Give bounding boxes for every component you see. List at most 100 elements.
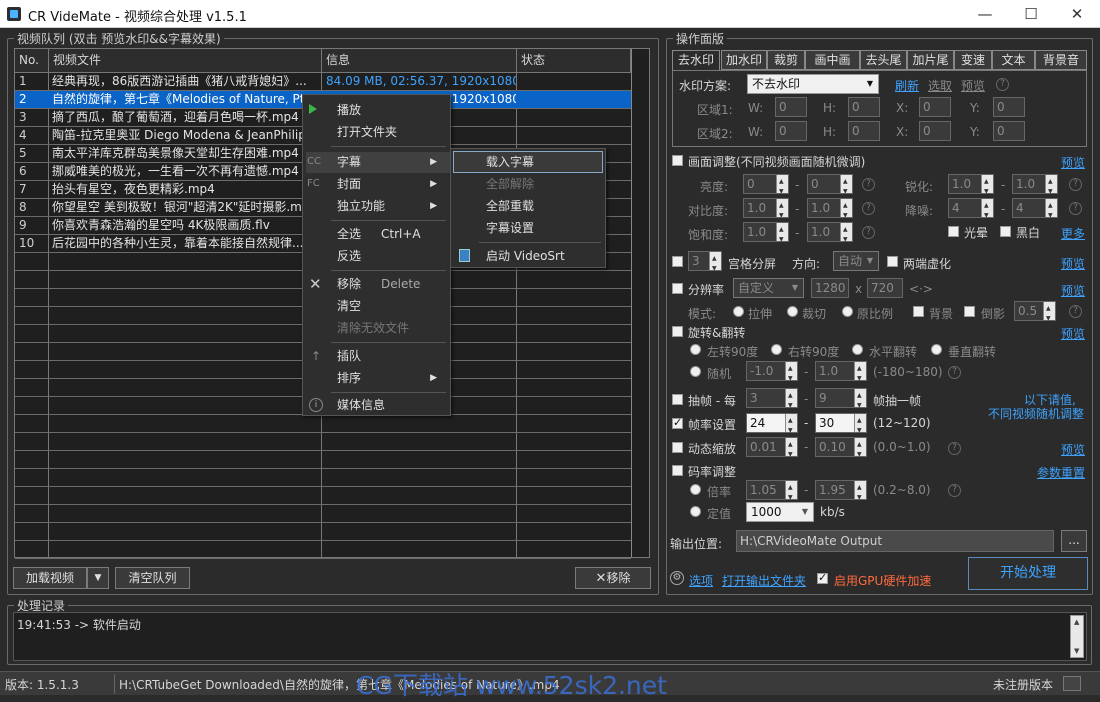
bg-checkbox[interactable] <box>913 306 924 317</box>
spin-buttons[interactable] <box>1045 173 1057 201</box>
spin-buttons[interactable] <box>785 360 797 388</box>
registration-status[interactable]: 未注册版本 <box>993 676 1053 693</box>
area1-h-input[interactable]: 0 <box>848 97 880 117</box>
tab-bgm[interactable]: 背景音 <box>1035 50 1087 70</box>
close-button[interactable]: ✕ <box>1054 0 1100 28</box>
zoom-max-input[interactable]: 0.10 <box>815 436 867 464</box>
col-header-status[interactable]: 状态 <box>517 49 631 73</box>
tab-trim[interactable]: 去头尾 <box>860 50 907 70</box>
frame-drop-checkbox[interactable] <box>672 394 683 405</box>
wm-preview-link[interactable]: 预览 <box>961 77 985 94</box>
help-icon[interactable]: ? <box>1069 178 1082 191</box>
spin-buttons[interactable] <box>854 360 866 388</box>
brightness-min-input[interactable]: 0 <box>743 173 789 201</box>
help-icon[interactable]: ? <box>862 178 875 191</box>
sharpen-max-input[interactable]: 1.0 <box>1012 173 1058 201</box>
area2-h-input[interactable]: 0 <box>848 121 880 141</box>
submenu-load-subtitle[interactable]: 载入字幕 <box>486 151 596 173</box>
tab-speed[interactable]: 变速 <box>954 50 992 70</box>
submenu-subtitle-settings[interactable]: 字幕设置 <box>486 217 596 239</box>
spin-buttons[interactable] <box>981 197 993 225</box>
add-video-dropdown[interactable]: ▼ <box>87 567 109 589</box>
fps-min-input[interactable]: 24 <box>746 412 798 440</box>
wm-pick-link[interactable]: 选取 <box>928 77 952 94</box>
sharpen-min-input[interactable]: 1.0 <box>948 173 994 201</box>
menu-subtitle[interactable]: 字幕 ▶ <box>337 151 447 173</box>
spin-buttons[interactable] <box>840 221 852 249</box>
menu-sort[interactable]: 排序 ▶ <box>337 367 447 389</box>
col-header-info[interactable]: 信息 <box>322 49 517 73</box>
spin-buttons[interactable] <box>785 479 797 507</box>
remove-button[interactable]: ✕移除 <box>575 567 651 589</box>
bitrate-min-input[interactable]: 1.05 <box>746 479 798 507</box>
log-box[interactable]: 19:41:53 -> 软件启动 ▲ ▼ <box>13 612 1087 661</box>
resolution-height-input[interactable]: 720 <box>867 278 903 298</box>
picture-adjust-checkbox[interactable] <box>672 155 683 166</box>
menu-open-folder[interactable]: 打开文件夹 <box>337 121 447 143</box>
wm-refresh-link[interactable]: 刷新 <box>895 77 919 94</box>
spin-buttons[interactable] <box>854 479 866 507</box>
minimize-button[interactable]: — <box>962 0 1008 28</box>
fps-checkbox[interactable] <box>672 416 683 429</box>
menu-jump-queue[interactable]: 插队 <box>337 345 447 367</box>
help-icon[interactable]: ? <box>862 202 875 215</box>
start-processing-button[interactable]: 开始处理 <box>968 557 1088 590</box>
menu-clear[interactable]: 清空 <box>337 295 447 317</box>
bitrate-fixed-radio[interactable] <box>690 506 701 517</box>
help-icon[interactable]: ? <box>948 442 961 455</box>
gpu-checkbox[interactable] <box>817 571 828 584</box>
menu-select-all[interactable]: 全选 Ctrl+A <box>337 223 447 245</box>
rotate-left-radio[interactable] <box>690 344 701 355</box>
spin-buttons[interactable] <box>840 197 852 225</box>
denoise-max-input[interactable]: 4 <box>1012 197 1058 225</box>
add-video-button[interactable]: 加载视频 <box>13 567 87 589</box>
glow-checkbox[interactable] <box>948 226 959 237</box>
tab-remove-watermark[interactable]: 去水印 <box>672 50 720 71</box>
rotate-checkbox[interactable] <box>672 326 683 337</box>
options-link[interactable]: 选项 <box>689 572 713 589</box>
maximize-button[interactable]: ☐ <box>1008 0 1054 28</box>
area1-w-input[interactable]: 0 <box>775 97 807 117</box>
col-header-file[interactable]: 视频文件 <box>49 49 322 73</box>
mode-stretch-radio[interactable] <box>733 306 744 317</box>
mode-ratio-radio[interactable] <box>842 306 853 317</box>
bitrate-checkbox[interactable] <box>672 465 683 476</box>
resolution-checkbox[interactable] <box>672 283 683 294</box>
menu-media-info[interactable]: 媒体信息 <box>337 394 447 416</box>
col-header-no[interactable]: No. <box>15 49 49 73</box>
output-path-input[interactable]: H:\CRVideoMate Output <box>736 530 1054 552</box>
area2-x-input[interactable]: 0 <box>919 121 951 141</box>
resolution-select[interactable]: 自定义 ▼ <box>733 278 804 298</box>
zoom-checkbox[interactable] <box>672 442 683 453</box>
spin-buttons[interactable] <box>840 173 852 201</box>
help-icon[interactable]: ? <box>948 366 961 379</box>
zoom-min-input[interactable]: 0.01 <box>746 436 798 464</box>
menu-cover[interactable]: 封面 ▶ <box>337 173 447 195</box>
tab-add-watermark[interactable]: 加水印 <box>721 50 767 70</box>
help-icon[interactable]: ? <box>996 78 1009 91</box>
area1-x-input[interactable]: 0 <box>919 97 951 117</box>
spin-buttons[interactable] <box>854 387 866 415</box>
contrast-min-input[interactable]: 1.0 <box>743 197 789 225</box>
grid-count-input[interactable]: 3 <box>688 250 722 278</box>
spin-buttons[interactable] <box>785 436 797 464</box>
rotate-right-radio[interactable] <box>771 344 782 355</box>
rotate-random-radio[interactable] <box>690 366 701 377</box>
grid-dir-select[interactable]: 自动 ▼ <box>833 251 879 271</box>
help-icon[interactable]: ? <box>948 484 961 497</box>
help-icon[interactable]: ? <box>1069 305 1082 318</box>
vflip-radio[interactable] <box>931 344 942 355</box>
spin-buttons[interactable] <box>709 250 721 278</box>
tab-crop[interactable]: 裁剪 <box>767 50 805 70</box>
area2-y-input[interactable]: 0 <box>993 121 1025 141</box>
spin-buttons[interactable] <box>785 387 797 415</box>
menu-standalone[interactable]: 独立功能 ▶ <box>337 195 447 217</box>
brightness-max-input[interactable]: 0 <box>807 173 853 201</box>
spin-buttons[interactable] <box>981 173 993 201</box>
menu-play[interactable]: 播放 <box>337 99 447 121</box>
grid-preview-link[interactable]: 预览 <box>1061 255 1085 272</box>
saturation-min-input[interactable]: 1.0 <box>743 221 789 249</box>
hflip-radio[interactable] <box>852 344 863 355</box>
rotate-max-input[interactable]: 1.0 <box>815 360 867 388</box>
reflect-input[interactable]: 0.5 <box>1014 300 1056 328</box>
